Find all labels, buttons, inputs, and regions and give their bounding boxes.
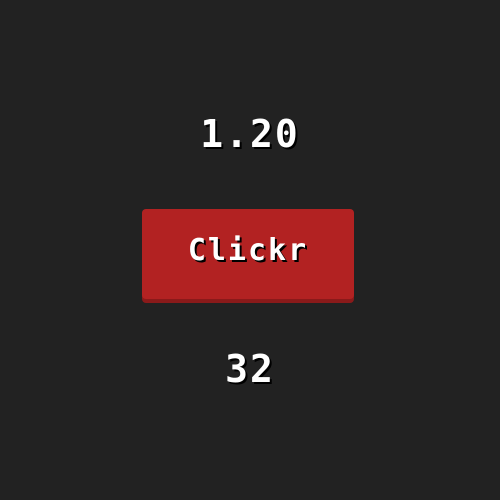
game-screen: 1.20 Clickr 32 — [0, 0, 500, 500]
clickr-button[interactable]: Clickr — [142, 209, 354, 299]
rate-display: 1.20 — [200, 112, 300, 156]
click-count-display: 32 — [225, 347, 275, 391]
clickr-button-label: Clickr — [187, 233, 309, 268]
